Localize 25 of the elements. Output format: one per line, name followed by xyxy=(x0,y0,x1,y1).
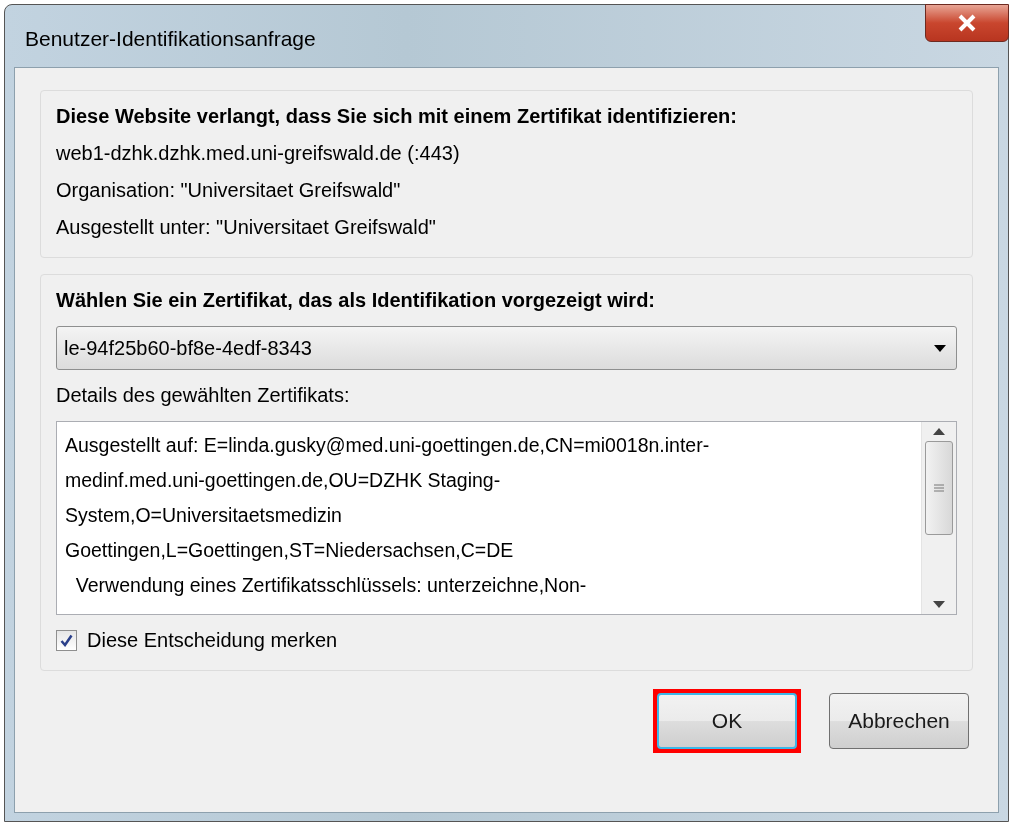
details-label: Details des gewählten Zertifikats: xyxy=(56,384,351,407)
site-heading: Diese Website verlangt, dass Sie sich mit einem Zertifikat identifizieren: xyxy=(56,105,738,128)
details-text: medinf.med.uni-goettingen.de,OU=DZHK Staging- xyxy=(65,468,502,493)
details-text-area[interactable] xyxy=(56,421,957,615)
window-title: Benutzer-Identifikationsanfrage xyxy=(25,27,316,51)
scroll-down-icon xyxy=(933,601,945,608)
remember-label: Diese Entscheidung merken xyxy=(87,629,338,652)
certificate-dropdown[interactable]: le-94f25b60-bf8e-4edf-8343 xyxy=(56,326,957,370)
scroll-up-icon xyxy=(933,428,945,435)
dialog-button[interactable]: OK xyxy=(657,693,797,749)
scrollbar[interactable] xyxy=(921,422,956,614)
site-info-text: Ausgestellt unter: "Universitaet Greifswald" xyxy=(56,216,437,239)
close-button[interactable] xyxy=(925,4,1009,42)
dropdown-arrow-icon xyxy=(934,344,946,352)
remember-checkbox[interactable] xyxy=(56,630,77,651)
site-info-text: web1-dzhk.dzhk.med.uni-greifswald.de (:443) xyxy=(56,142,461,165)
details-text: Goettingen,L=Goettingen,ST=Niedersachsen,C=DE xyxy=(65,538,515,563)
details-text: Verwendung eines Zertifikatsschlüssels: unterzeichne,Non- xyxy=(74,573,588,598)
details-text: System,O=Universitaetsmedizin xyxy=(65,503,343,528)
dialog-button[interactable]: Abbrechen xyxy=(829,693,969,749)
certificate-heading: Wählen Sie ein Zertifikat, das als Identifikation vorgezeigt wird: xyxy=(56,289,656,312)
scroll-thumb[interactable] xyxy=(925,441,953,535)
site-info-text: Organisation: "Universitaet Greifswald" xyxy=(56,179,402,202)
close-icon xyxy=(957,14,977,32)
details-text: Ausgestellt auf: E=linda.gusky@med.uni-goettingen.de,CN=mi0018n.inter- xyxy=(65,433,711,458)
